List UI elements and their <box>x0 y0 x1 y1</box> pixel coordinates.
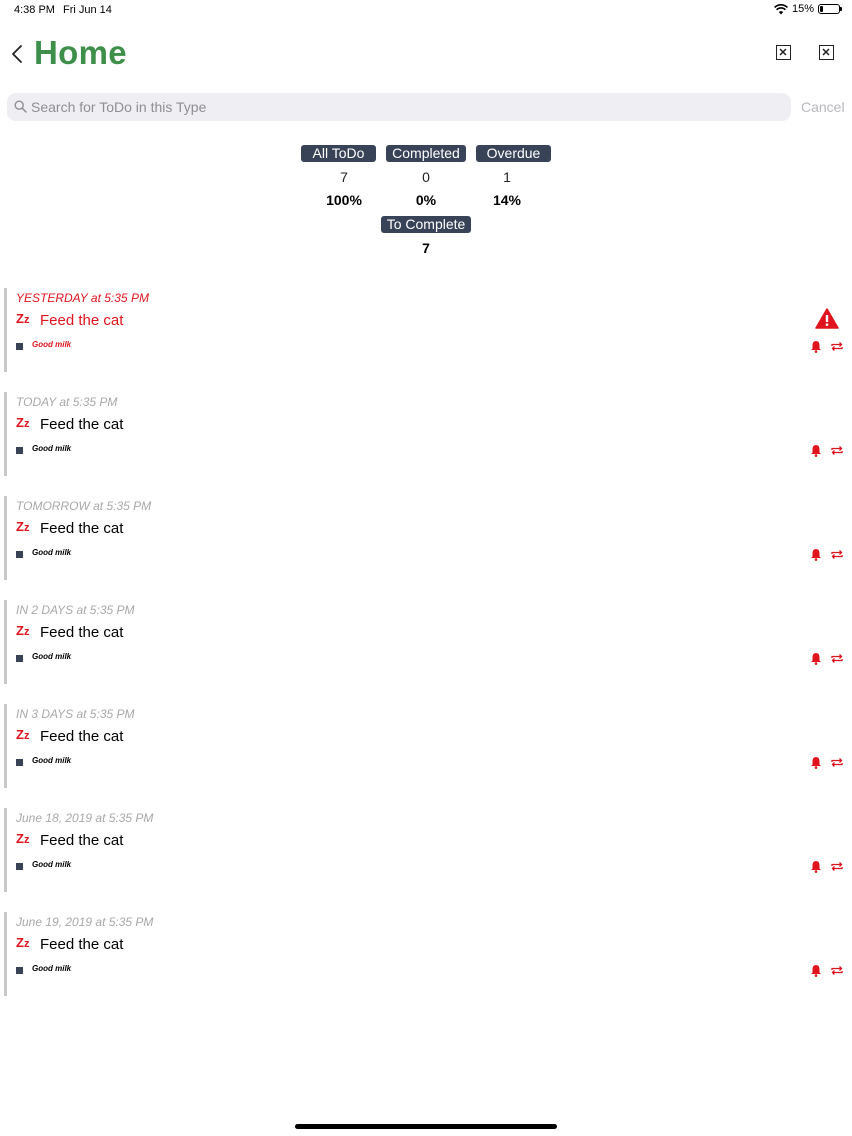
todo-date: June 19, 2019 at 5:35 PM <box>16 915 154 929</box>
snooze-icon: Zz <box>16 311 30 326</box>
repeat-icon[interactable] <box>830 757 844 768</box>
todo-title: Feed the cat <box>40 520 124 537</box>
todo-status-bar <box>4 496 7 580</box>
todo-note: Good milk <box>32 340 72 349</box>
search-field[interactable] <box>7 93 791 121</box>
status-date: Fri Jun 14 <box>63 4 112 16</box>
todo-title: Feed the cat <box>40 312 124 329</box>
todo-status-bar <box>4 912 7 996</box>
snooze-icon: Zz <box>16 727 30 742</box>
repeat-icon[interactable] <box>830 549 844 560</box>
snooze-icon: Zz <box>16 519 30 534</box>
stat-completed-count: 0 <box>422 169 430 185</box>
todo-date: IN 3 DAYS at 5:35 PM <box>16 707 135 721</box>
todo-item[interactable]: YESTERDAY at 5:35 PM Zz Feed the cat Good … <box>0 288 852 372</box>
todo-status-bar <box>4 600 7 684</box>
todo-date: YESTERDAY at 5:35 PM <box>16 291 149 305</box>
close-box-icon[interactable] <box>819 45 834 60</box>
type-icon <box>16 759 23 766</box>
battery-icon <box>818 4 842 14</box>
todo-note: Good milk <box>32 548 72 557</box>
todo-note: Good milk <box>32 444 72 453</box>
battery-percent: 15% <box>791 3 814 15</box>
repeat-icon[interactable] <box>830 965 844 976</box>
repeat-icon[interactable] <box>830 861 844 872</box>
bell-icon[interactable] <box>810 756 822 769</box>
bell-icon[interactable] <box>810 860 822 873</box>
todo-item[interactable]: TODAY at 5:35 PM Zz Feed the cat Good milk <box>0 392 852 476</box>
bell-icon[interactable] <box>810 548 822 561</box>
snooze-icon: Zz <box>16 415 30 430</box>
todo-date: June 18, 2019 at 5:35 PM <box>16 811 154 825</box>
warning-icon <box>815 308 839 329</box>
type-icon <box>16 343 23 350</box>
todo-note: Good milk <box>32 860 72 869</box>
todo-title: Feed the cat <box>40 728 124 745</box>
todo-date: IN 2 DAYS at 5:35 PM <box>16 603 135 617</box>
todo-item[interactable]: June 19, 2019 at 5:35 PM Zz Feed the cat G… <box>0 912 852 996</box>
todo-date: TOMORROW at 5:35 PM <box>16 499 152 513</box>
todo-date: TODAY at 5:35 PM <box>16 395 118 409</box>
status-bar: 4:38 PM Fri Jun 14 15% <box>0 0 852 22</box>
page-title: Home <box>34 34 127 71</box>
todo-status-bar <box>4 704 7 788</box>
stat-completed-label[interactable]: Completed <box>386 145 466 162</box>
close-box-icon[interactable] <box>776 45 791 60</box>
repeat-icon[interactable] <box>830 341 844 352</box>
todo-item[interactable]: June 18, 2019 at 5:35 PM Zz Feed the cat G… <box>0 808 852 892</box>
home-indicator <box>295 1124 557 1129</box>
type-icon <box>16 655 23 662</box>
stat-overdue-percent: 14% <box>492 192 522 208</box>
todo-note: Good milk <box>32 756 72 765</box>
todo-status-bar <box>4 288 7 372</box>
chevron-left-icon[interactable] <box>10 42 26 66</box>
todo-item[interactable]: IN 2 DAYS at 5:35 PM Zz Feed the cat Good … <box>0 600 852 684</box>
status-time: 4:38 PM <box>14 4 55 16</box>
search-input[interactable] <box>31 93 771 121</box>
todo-status-bar <box>4 808 7 892</box>
todo-item[interactable]: IN 3 DAYS at 5:35 PM Zz Feed the cat Good … <box>0 704 852 788</box>
repeat-icon[interactable] <box>830 445 844 456</box>
todo-note: Good milk <box>32 652 72 661</box>
search-icon <box>14 100 27 113</box>
todo-title: Feed the cat <box>40 936 124 953</box>
todo-title: Feed the cat <box>40 624 124 641</box>
todo-note: Good milk <box>32 964 72 973</box>
todo-item[interactable]: TOMORROW at 5:35 PM Zz Feed the cat Good m… <box>0 496 852 580</box>
stat-to-complete-count: 7 <box>422 240 430 256</box>
stat-all-percent: 100% <box>326 192 362 208</box>
cancel-button[interactable]: Cancel <box>801 99 845 115</box>
snooze-icon: Zz <box>16 935 30 950</box>
repeat-icon[interactable] <box>830 653 844 664</box>
todo-title: Feed the cat <box>40 832 124 849</box>
stat-all-count: 7 <box>340 169 348 185</box>
type-icon <box>16 863 23 870</box>
wifi-icon <box>774 3 788 14</box>
todo-title: Feed the cat <box>40 416 124 433</box>
stat-to-complete-label[interactable]: To Complete <box>381 216 471 233</box>
bell-icon[interactable] <box>810 340 822 353</box>
stat-overdue-label[interactable]: Overdue <box>476 145 551 162</box>
type-icon <box>16 447 23 454</box>
status-indicators: 15% <box>774 3 842 15</box>
snooze-icon: Zz <box>16 831 30 846</box>
stat-completed-percent: 0% <box>415 192 437 208</box>
snooze-icon: Zz <box>16 623 30 638</box>
type-icon <box>16 551 23 558</box>
bell-icon[interactable] <box>810 444 822 457</box>
type-icon <box>16 967 23 974</box>
todo-status-bar <box>4 392 7 476</box>
bell-icon[interactable] <box>810 964 822 977</box>
stat-all-label[interactable]: All ToDo <box>301 145 376 162</box>
bell-icon[interactable] <box>810 652 822 665</box>
stat-overdue-count: 1 <box>503 169 511 185</box>
